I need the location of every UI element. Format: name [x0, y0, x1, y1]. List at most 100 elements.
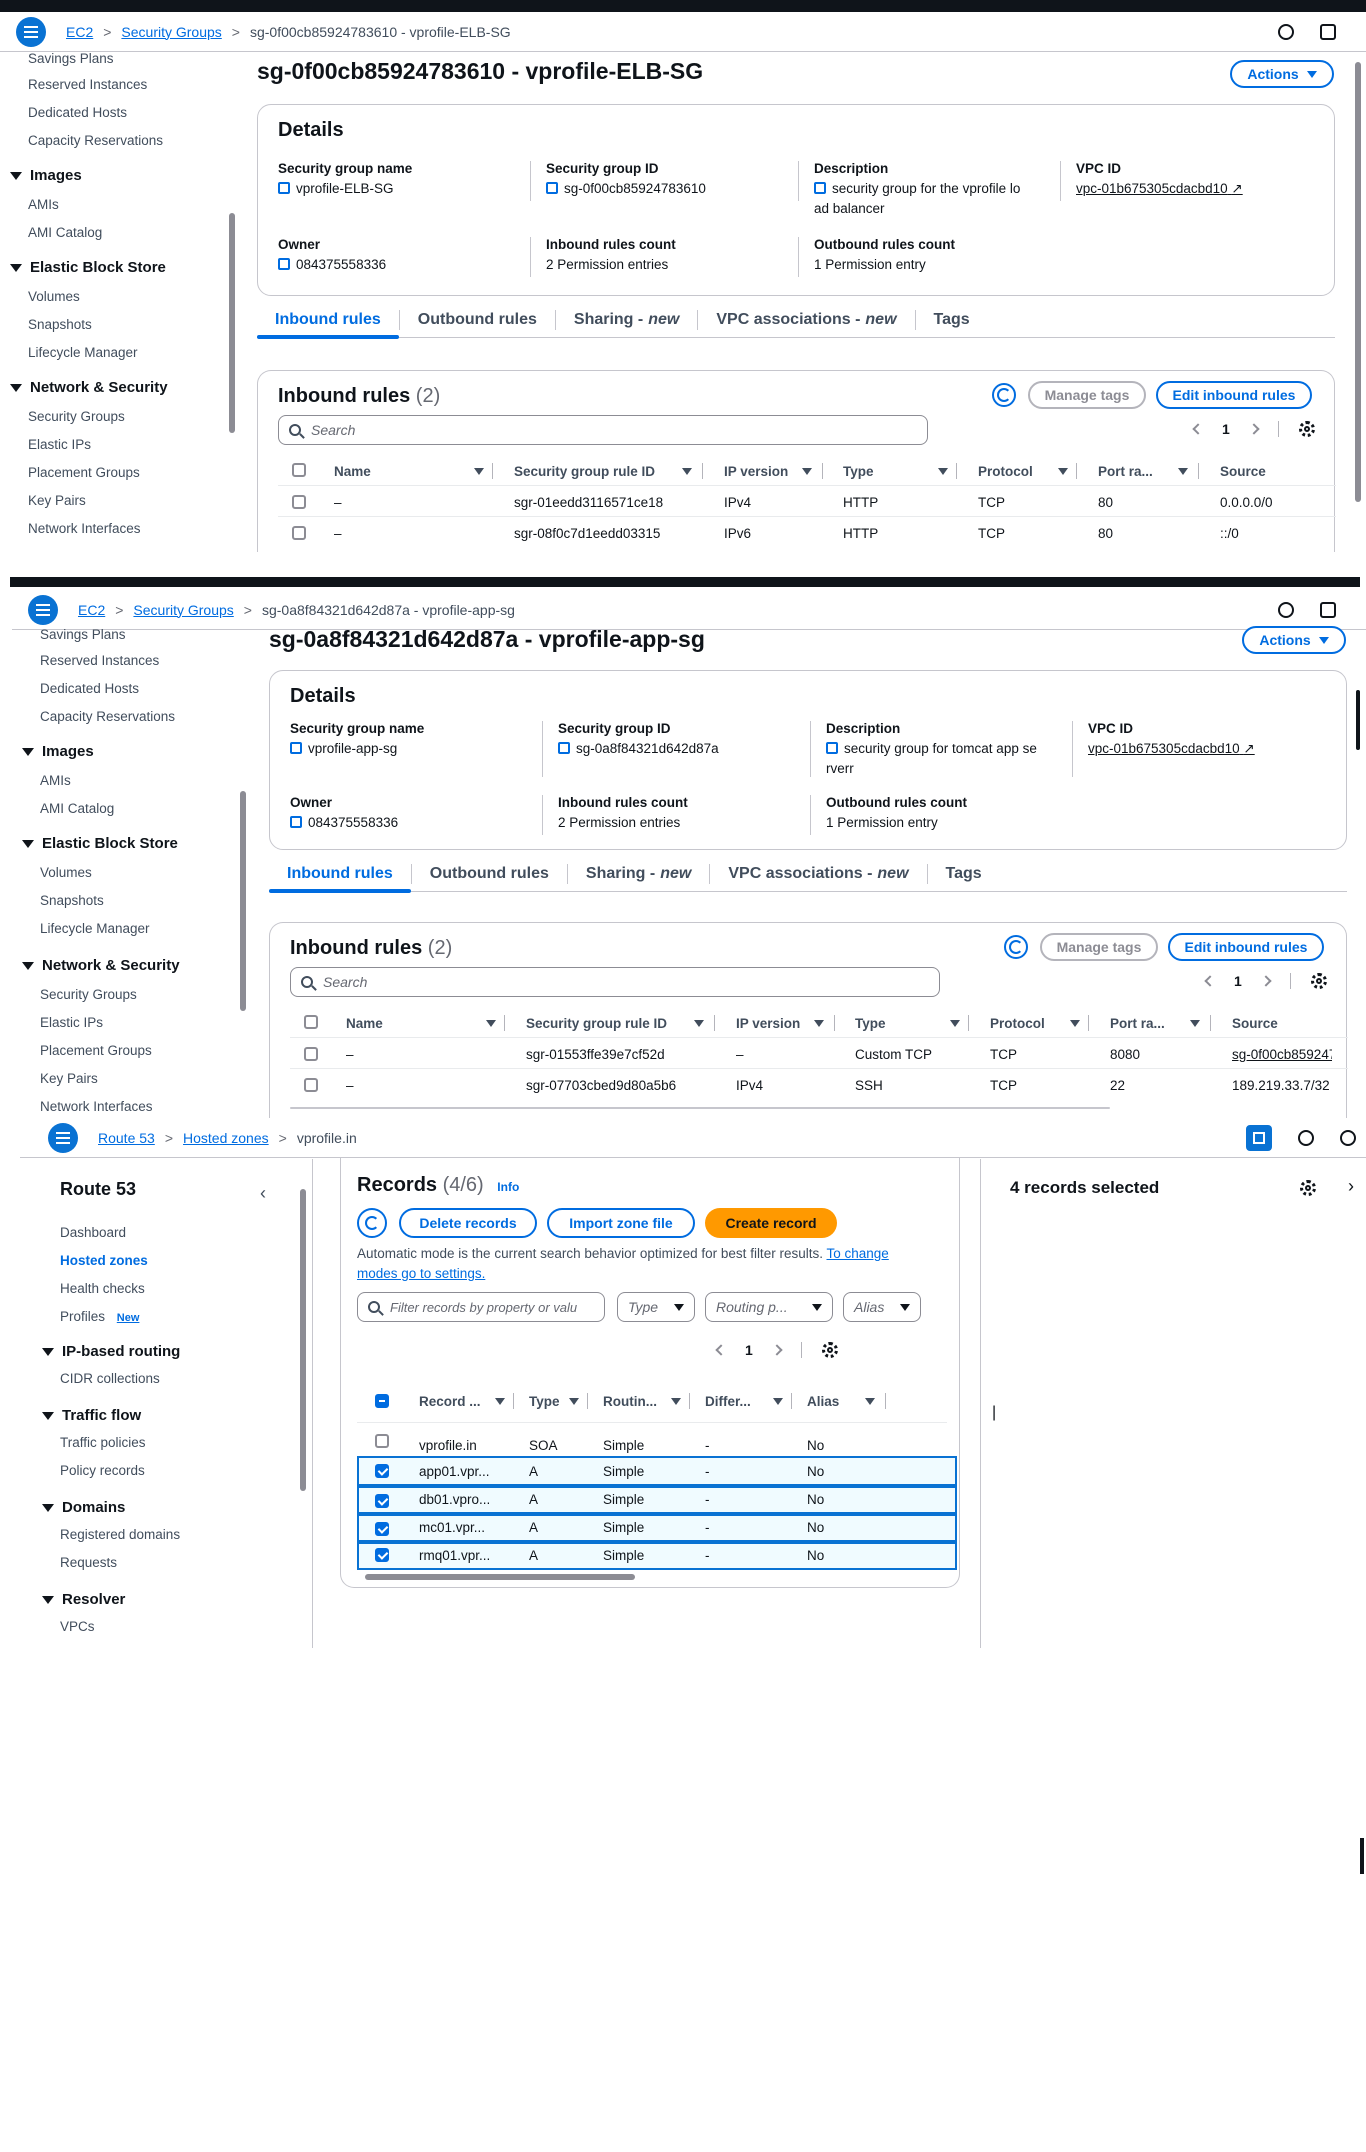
col-ip-version[interactable]: IP version: [724, 464, 788, 479]
sidebar-section-images[interactable]: Images: [22, 743, 94, 760]
row-checkbox[interactable]: [292, 526, 306, 540]
edit-inbound-rules-button[interactable]: Edit inbound rules: [1156, 381, 1312, 409]
sidebar-item-policy-records[interactable]: Policy records: [60, 1463, 145, 1478]
page-scrollbar[interactable]: [1355, 62, 1361, 502]
col-alias[interactable]: Alias: [807, 1394, 839, 1409]
settings-icon[interactable]: [1298, 421, 1315, 437]
col-type[interactable]: Type: [843, 464, 874, 479]
sort-icon[interactable]: [682, 468, 692, 475]
sort-icon[interactable]: [694, 1020, 704, 1027]
tab-outbound-rules[interactable]: Outbound rules: [412, 856, 567, 892]
sidebar-scrollbar[interactable]: [229, 213, 235, 433]
row-checkbox[interactable]: [375, 1522, 389, 1536]
sidebar-item-vpcs[interactable]: VPCs: [60, 1619, 95, 1634]
sort-icon[interactable]: [569, 1398, 579, 1405]
sidebar-item-registered-domains[interactable]: Registered domains: [60, 1527, 180, 1542]
sidebar-section-images[interactable]: Images: [10, 167, 82, 184]
row-checkbox[interactable]: [375, 1434, 389, 1448]
sidebar-section-network[interactable]: Network & Security: [10, 379, 168, 396]
copy-icon[interactable]: [278, 182, 290, 194]
copy-icon[interactable]: [826, 742, 838, 754]
collapse-sidebar-icon[interactable]: ‹: [260, 1183, 266, 1204]
sidebar-item-reserved-instances[interactable]: Reserved Instances: [28, 77, 147, 92]
sidebar-section-resolver[interactable]: Resolver: [42, 1591, 125, 1608]
tab-inbound-rules[interactable]: Inbound rules: [269, 856, 411, 893]
sidebar-section-domains[interactable]: Domains: [42, 1499, 125, 1516]
vpc-id-link[interactable]: vpc-01b675305cdacbd10 ↗: [1076, 179, 1243, 199]
sort-icon[interactable]: [486, 1020, 496, 1027]
manage-tags-button[interactable]: Manage tags: [1040, 933, 1158, 961]
page-scrollbar[interactable]: [1356, 690, 1360, 750]
sidebar-item-amis[interactable]: AMIs: [40, 773, 71, 788]
sort-icon[interactable]: [814, 1020, 824, 1027]
breadcrumb-ec2[interactable]: EC2: [78, 602, 105, 618]
copy-icon[interactable]: [814, 182, 826, 194]
sidebar-item-volumes[interactable]: Volumes: [40, 865, 92, 880]
sidebar-section-network[interactable]: Network & Security: [22, 957, 180, 974]
sidebar-section-ebs[interactable]: Elastic Block Store: [22, 835, 178, 852]
breadcrumb-route53[interactable]: Route 53: [98, 1130, 155, 1146]
create-record-button[interactable]: Create record: [705, 1208, 837, 1238]
sidebar-item-network-interfaces[interactable]: Network Interfaces: [40, 1099, 153, 1114]
sort-icon[interactable]: [474, 468, 484, 475]
row-checkbox[interactable]: [292, 495, 306, 509]
sidebar-section-traffic-flow[interactable]: Traffic flow: [42, 1407, 141, 1424]
select-all-checkbox[interactable]: [292, 463, 306, 477]
sidebar-item-ami-catalog[interactable]: AMI Catalog: [40, 801, 114, 816]
col-name[interactable]: Name: [346, 1016, 383, 1031]
sidebar-item-capacity-reservations[interactable]: Capacity Reservations: [40, 709, 175, 724]
sort-icon[interactable]: [865, 1398, 875, 1405]
sort-icon[interactable]: [950, 1020, 960, 1027]
notifications-icon[interactable]: [1340, 1129, 1356, 1146]
col-type[interactable]: Type: [529, 1394, 560, 1409]
chevron-left-icon[interactable]: [715, 1344, 727, 1356]
sidebar-item-elastic-ips[interactable]: Elastic IPs: [40, 1015, 103, 1030]
refresh-icon[interactable]: [992, 383, 1016, 407]
chevron-left-icon[interactable]: [1192, 423, 1204, 435]
type-filter-select[interactable]: Type: [617, 1292, 695, 1322]
tab-sharing[interactable]: Sharing - new: [568, 856, 709, 892]
settings-icon[interactable]: [821, 1342, 838, 1358]
sidebar-item-capacity-reservations[interactable]: Capacity Reservations: [28, 133, 163, 148]
sort-icon[interactable]: [1058, 468, 1068, 475]
sort-icon[interactable]: [802, 468, 812, 475]
col-source[interactable]: Source: [1220, 464, 1266, 479]
tab-vpc-associations[interactable]: VPC associations - new: [710, 856, 926, 892]
sidebar-item-ami-catalog[interactable]: AMI Catalog: [28, 225, 102, 240]
sidebar-item-network-interfaces[interactable]: Network Interfaces: [28, 521, 141, 536]
sort-icon[interactable]: [1070, 1020, 1080, 1027]
search-input[interactable]: Search: [278, 415, 928, 445]
split-panel-icon[interactable]: [1246, 1124, 1272, 1151]
sidebar-item-hosted-zones[interactable]: Hosted zones: [60, 1253, 148, 1268]
menu-icon[interactable]: [48, 1122, 78, 1153]
manage-tags-button[interactable]: Manage tags: [1028, 381, 1146, 409]
row-checkbox[interactable]: [375, 1464, 389, 1478]
chevron-right-icon[interactable]: ›: [1348, 1176, 1354, 1197]
actions-button[interactable]: Actions: [1230, 60, 1334, 88]
chevron-left-icon[interactable]: [1204, 975, 1216, 987]
info-icon[interactable]: [1298, 1129, 1314, 1146]
col-name[interactable]: Name: [334, 464, 371, 479]
breadcrumb-security-groups[interactable]: Security Groups: [121, 24, 221, 40]
table-scrollbar[interactable]: [290, 1107, 1110, 1109]
sort-icon[interactable]: [773, 1398, 783, 1405]
sidebar-item-dashboard[interactable]: Dashboard: [60, 1225, 126, 1240]
col-differentiator[interactable]: Differ...: [705, 1394, 751, 1409]
sidebar-item-security-groups[interactable]: Security Groups: [28, 409, 125, 424]
tab-tags[interactable]: Tags: [928, 856, 1000, 892]
sidebar-section-ip-routing[interactable]: IP-based routing: [42, 1343, 180, 1360]
feedback-icon[interactable]: [1320, 601, 1336, 618]
sidebar-item-dedicated-hosts[interactable]: Dedicated Hosts: [40, 681, 139, 696]
sidebar-item-amis[interactable]: AMIs: [28, 197, 59, 212]
tab-tags[interactable]: Tags: [916, 302, 988, 338]
copy-icon[interactable]: [558, 742, 570, 754]
import-zone-file-button[interactable]: Import zone file: [547, 1208, 695, 1238]
chevron-right-icon[interactable]: [771, 1344, 783, 1356]
col-type[interactable]: Type: [855, 1016, 886, 1031]
sidebar-item-placement-groups[interactable]: Placement Groups: [28, 465, 140, 480]
sidebar-scrollbar[interactable]: [300, 1189, 306, 1491]
sidebar-item-health-checks[interactable]: Health checks: [60, 1281, 145, 1296]
notice-link-2[interactable]: modes go to settings.: [357, 1266, 485, 1281]
tab-outbound-rules[interactable]: Outbound rules: [400, 302, 555, 338]
page-number[interactable]: 1: [745, 1342, 753, 1358]
